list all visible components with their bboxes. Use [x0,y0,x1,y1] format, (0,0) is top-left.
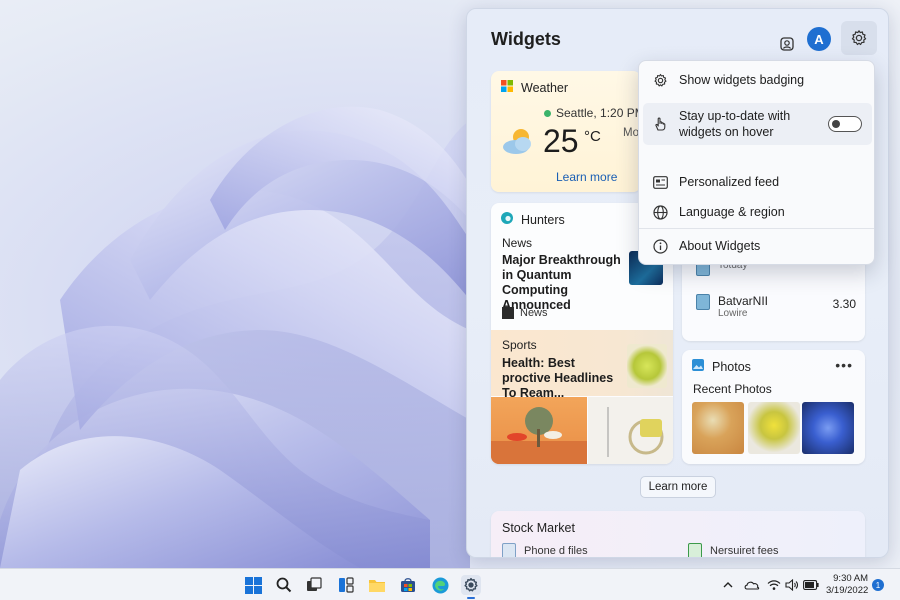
menu-divider [639,228,874,229]
weather-location: Seattle, 1:20 PM [544,106,641,120]
weather-title: Weather [521,80,569,95]
onedrive-icon[interactable] [744,569,760,600]
toggle-knob [832,119,840,128]
feed-icon [651,173,669,191]
settings-gear-icon[interactable] [841,21,877,55]
menu-item-label: Stay up-to-date with widgets on hover [679,109,791,139]
info-icon [651,237,669,255]
news-category: News [502,236,533,250]
more-options-icon[interactable]: ••• [835,357,853,373]
stock-value: 3.30 [832,297,856,311]
menu-item-label: Personalized feed [679,175,780,189]
spreadsheet-icon [688,543,702,557]
menu-item-label: Show widgets badging [679,73,805,87]
hand-pointer-icon [651,115,669,133]
stock-icon [696,294,710,310]
market-item-label: Nersuiret fees [710,545,779,557]
menu-item-label: About Widgets [679,239,761,253]
photo-thumbnail[interactable] [802,402,854,454]
market-item[interactable]: Phone d files [502,543,588,557]
search-icon[interactable] [274,575,294,595]
task-view-icon[interactable] [304,575,324,595]
story-image-right[interactable] [588,397,673,464]
stock-market-title: Stock Market [502,521,575,535]
weather-unit: °C [584,128,601,145]
panel-title: Widgets [491,29,561,49]
photos-app-icon [692,359,704,374]
clock-time: 9:30 AM [833,573,868,584]
microsoft-logo-icon [501,80,513,95]
gear-icon [651,71,669,89]
menu-item-personalized-feed[interactable]: Personalized feed [643,169,872,195]
market-item-label: Phone d files [524,545,588,557]
learn-more-button[interactable]: Learn more [640,476,716,498]
edge-logo-icon [501,212,513,227]
news-feed-title: Hunters [521,212,565,227]
user-avatar[interactable]: A [807,27,831,51]
story-image-left[interactable] [491,397,587,464]
photos-subtitle: Recent Photos [693,382,772,396]
menu-item-about-widgets[interactable]: About Widgets [643,233,872,259]
news-source: News [502,307,548,319]
photo-thumbnail[interactable] [692,402,744,454]
partly-cloudy-icon [501,126,537,161]
photo-thumbnail[interactable] [748,402,800,454]
menu-item-label: Language & region [679,205,785,219]
news-headline[interactable]: Major Breakthrough in Quantum Computing … [502,253,626,313]
store-icon[interactable] [398,575,418,595]
sports-story[interactable]: Sports Health: Best proctive Headlines T… [491,330,673,400]
profile-icon[interactable] [774,31,800,57]
menu-item-stay-updated[interactable]: Stay up-to-date with widgets on hover [643,103,872,145]
volume-icon[interactable] [785,569,799,600]
start-icon[interactable] [243,575,263,595]
menu-item-show-badging[interactable]: Show widgets badging [643,67,872,93]
watchlist-widget[interactable]: Totday BatvarNII Lowire 3.30 [682,252,865,341]
market-item[interactable]: Nersuiret fees [688,543,779,557]
battery-icon[interactable] [803,569,819,600]
notification-badge[interactable]: 1 [872,579,884,591]
document-icon [502,543,516,557]
menu-item-language-region[interactable]: Language & region [643,199,872,225]
location-dot-icon [544,109,551,117]
sports-category: Sports [502,338,537,352]
wifi-icon[interactable] [767,569,781,600]
news-header: Hunters [501,212,565,227]
edge-icon[interactable] [430,575,450,595]
weather-learn-more-link[interactable]: Learn more [556,170,617,184]
sports-headline[interactable]: Health: Best proctive Headlines To Ream.… [502,356,624,401]
hover-toggle-switch[interactable] [828,116,862,132]
widgets-settings-menu: Show widgets badging Stay up-to-date wit… [638,60,875,265]
news-source-icon [502,307,514,319]
photos-header: Photos [692,359,751,374]
weather-widget[interactable]: Weather Seattle, 1:20 PM 25 °C Mo Learn … [491,71,641,192]
photos-widget[interactable]: Photos ••• Recent Photos [682,350,865,464]
taskbar: 9:30 AM 3/19/2022 1 [0,568,900,600]
weather-temperature: 25 [543,123,579,159]
weather-location-text: Seattle, 1:20 PM [556,106,641,120]
stock-market-widget[interactable]: Stock Market Phone d files Nersuiret fee… [491,511,865,557]
stock-row[interactable]: BatvarNII Lowire 3.30 [696,294,856,319]
widgets-icon[interactable] [336,575,356,595]
stock-subtitle: Lowire [718,308,748,319]
settings-icon[interactable] [461,575,481,595]
system-clock[interactable]: 9:30 AM 3/19/2022 [826,573,868,597]
weather-header: Weather [501,80,568,95]
tray-overflow-icon[interactable] [722,569,734,600]
clock-date: 3/19/2022 [826,585,869,596]
globe-icon [651,203,669,221]
stock-name: BatvarNII [718,294,769,308]
news-source-label: News [520,307,548,319]
active-app-indicator [467,597,475,599]
weather-extra: Mo [623,127,639,139]
file-explorer-icon[interactable] [367,575,387,595]
sports-thumbnail[interactable] [627,344,667,388]
photos-title: Photos [712,359,751,374]
